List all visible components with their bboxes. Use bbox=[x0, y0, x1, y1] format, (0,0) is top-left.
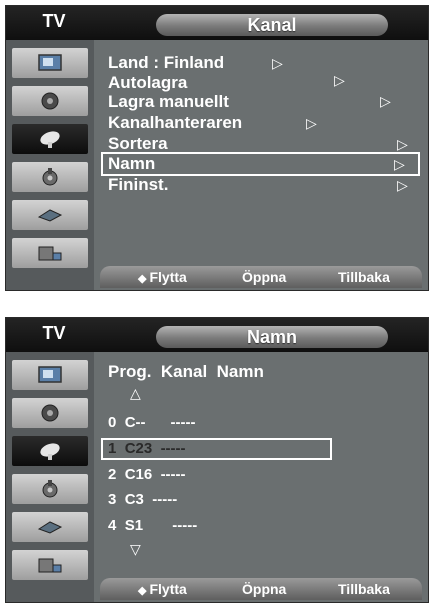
arrow-right-icon: ▷ bbox=[306, 115, 317, 131]
menu-title: Kanal bbox=[156, 14, 388, 36]
picture-icon bbox=[38, 54, 62, 71]
kanal-menu-panel: TV Kanal Land : Finland ▷ Autolagra ▷ La… bbox=[5, 5, 429, 291]
sidebar bbox=[6, 40, 94, 290]
sidebar-item-setup[interactable] bbox=[12, 474, 88, 504]
menu-title: Namn bbox=[156, 326, 388, 348]
menu-header: TV Kanal bbox=[6, 6, 428, 40]
setup-icon bbox=[42, 480, 58, 498]
menu-item-fininst[interactable]: Fininst. bbox=[108, 175, 168, 195]
column-headers: Prog. Kanal Namn bbox=[108, 362, 264, 381]
sidebar-item-picture[interactable] bbox=[12, 360, 88, 390]
menu-footer: ◆ Flytta Öppna Tillbaka bbox=[100, 578, 422, 600]
application-icon bbox=[38, 246, 62, 261]
channel-row[interactable]: 2 C16 ----- bbox=[108, 466, 186, 484]
application-icon bbox=[38, 558, 62, 573]
footer-move-hint: ◆ Flytta bbox=[138, 269, 187, 285]
updown-icon: ◆ bbox=[138, 273, 147, 285]
menu-item-land[interactable]: Land : Finland bbox=[108, 53, 224, 73]
footer-open-hint: Öppna bbox=[242, 269, 287, 285]
setup-icon bbox=[42, 168, 58, 186]
arrow-right-icon: ▷ bbox=[397, 136, 408, 152]
channel-row[interactable]: 3 C3 ----- bbox=[108, 491, 177, 509]
tv-label: TV bbox=[42, 11, 66, 31]
menu-item-sortera[interactable]: Sortera bbox=[108, 134, 168, 154]
sidebar-item-sound[interactable] bbox=[12, 86, 88, 116]
menu-content: Land : Finland ▷ Autolagra ▷ Lagra manue… bbox=[94, 40, 428, 266]
sidebar-item-application[interactable] bbox=[12, 238, 88, 268]
namn-content: Prog. Kanal Namn △ 0 C-- ----- 1 C23 ---… bbox=[94, 352, 428, 578]
arrow-right-icon: ▷ bbox=[394, 156, 405, 172]
sidebar-item-setup[interactable] bbox=[12, 162, 88, 192]
namn-menu-panel: TV Namn Prog. Kanal Namn △ 0 C-- ----- 1… bbox=[5, 317, 429, 603]
sidebar-item-input[interactable] bbox=[12, 512, 88, 542]
arrow-right-icon: ▷ bbox=[334, 72, 345, 88]
sidebar-item-sound[interactable] bbox=[12, 398, 88, 428]
arrow-right-icon: ▷ bbox=[272, 55, 283, 71]
channel-icon bbox=[40, 131, 60, 148]
channel-row[interactable]: 0 C-- ----- bbox=[108, 414, 196, 432]
footer-open-hint: Öppna bbox=[242, 581, 287, 597]
updown-icon: ◆ bbox=[138, 585, 147, 597]
input-icon bbox=[37, 521, 63, 534]
footer-back-hint: Tillbaka bbox=[338, 269, 390, 285]
menu-item-namn[interactable]: Namn bbox=[108, 154, 155, 174]
menu-item-lagra-manuellt[interactable]: Lagra manuellt bbox=[108, 92, 229, 112]
footer-move-hint: ◆ Flytta bbox=[138, 581, 187, 597]
menu-item-autolagra[interactable]: Autolagra bbox=[108, 73, 187, 93]
tv-label: TV bbox=[42, 323, 66, 343]
sidebar-item-channel[interactable] bbox=[12, 124, 88, 154]
arrow-right-icon: ▷ bbox=[397, 177, 408, 193]
channel-icon bbox=[40, 443, 60, 460]
sidebar bbox=[6, 352, 94, 602]
sidebar-item-application[interactable] bbox=[12, 550, 88, 580]
menu-footer: ◆ Flytta Öppna Tillbaka bbox=[100, 266, 422, 288]
menu-header: TV Namn bbox=[6, 318, 428, 352]
channel-row-selected[interactable]: 1 C23 ----- bbox=[108, 440, 186, 458]
scroll-down-icon[interactable]: ▽ bbox=[130, 541, 141, 558]
channel-row[interactable]: 4 S1 ----- bbox=[108, 517, 197, 535]
arrow-right-icon: ▷ bbox=[380, 93, 391, 109]
picture-icon bbox=[38, 366, 62, 383]
sound-icon bbox=[41, 92, 59, 110]
sidebar-item-picture[interactable] bbox=[12, 48, 88, 78]
sound-icon bbox=[41, 404, 59, 422]
input-icon bbox=[37, 209, 63, 222]
sidebar-item-input[interactable] bbox=[12, 200, 88, 230]
footer-back-hint: Tillbaka bbox=[338, 581, 390, 597]
scroll-up-icon[interactable]: △ bbox=[130, 385, 141, 402]
menu-item-kanalhanteraren[interactable]: Kanalhanteraren bbox=[108, 113, 242, 133]
sidebar-item-channel[interactable] bbox=[12, 436, 88, 466]
